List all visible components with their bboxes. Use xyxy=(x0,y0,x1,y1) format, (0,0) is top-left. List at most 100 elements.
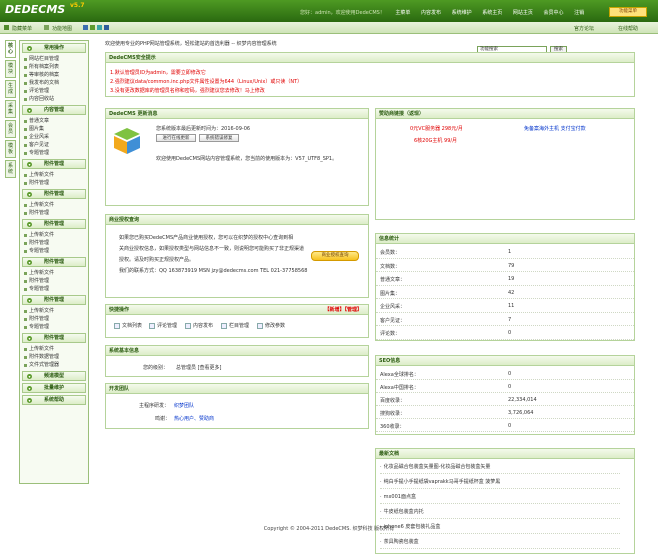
security-panel-title: DedeCMS安全提示 xyxy=(106,53,634,63)
sidebar-group-header[interactable]: ▾ 系统帮助 xyxy=(22,395,86,405)
tab-template[interactable]: 模板 xyxy=(5,140,16,158)
user-level-value[interactable]: 总管理员 [查看更多] xyxy=(176,364,222,371)
sidebar-group-header[interactable]: ▾ 附件管理 xyxy=(22,295,86,305)
nav-logout[interactable]: 注销 xyxy=(574,10,584,16)
nav-site-home[interactable]: 网站主页 xyxy=(513,10,533,16)
sidebar-item[interactable]: 文件式管理器 xyxy=(20,361,88,369)
skin-color-blue[interactable] xyxy=(83,25,88,30)
latest-doc-link[interactable]: 纯白手提小手提纸袋vaprakk马哥手提纸杯盒 菠萝黑 xyxy=(380,476,620,489)
skin-color-navy[interactable] xyxy=(104,25,109,30)
sidebar-group-header[interactable]: ▾ 附件管理 xyxy=(22,333,86,343)
sidebar-group-title: 附件管理 xyxy=(43,191,64,197)
sidebar-group-header[interactable]: ▾ 内容管理 xyxy=(22,105,86,115)
quick-manage-link[interactable]: 【管理】 xyxy=(344,307,362,313)
tab-collect[interactable]: 采集 xyxy=(5,100,16,118)
sidebar-item[interactable]: 附件管理 xyxy=(20,315,88,323)
nav-system-home[interactable]: 系统主页 xyxy=(482,10,502,16)
function-map-link[interactable]: 功能地图 xyxy=(52,25,72,32)
sidebar-item[interactable]: 专题管理 xyxy=(20,323,88,331)
nav-member-center[interactable]: 会员中心 xyxy=(543,10,563,16)
update-panel-title: DedeCMS 更新消息 xyxy=(106,109,368,119)
function-menu-button[interactable]: 功能菜单 xyxy=(609,7,647,17)
sidebar-item[interactable]: 我发布的文档 xyxy=(20,79,88,87)
sponsor-link-1[interactable]: 0元VC服务器 298元/月 xyxy=(410,125,463,132)
sidebar-item[interactable]: 所有档案列表 xyxy=(20,63,88,71)
stat-value: 3,726,064 xyxy=(508,410,534,416)
stat-value: 11 xyxy=(508,303,515,309)
sidebar-group-header[interactable]: ▾ 附件管理 xyxy=(22,219,86,229)
sidebar-item[interactable]: 附件管理 xyxy=(20,209,88,217)
tab-member[interactable]: 会员 xyxy=(5,120,16,138)
sidebar-group-header[interactable]: ▾ 附件管理 xyxy=(22,159,86,169)
sidebar-item[interactable]: 专题管理 xyxy=(20,149,88,157)
tab-core[interactable]: 核心 xyxy=(5,40,16,58)
quick-link-publish[interactable]: 内容发布 xyxy=(185,322,213,329)
sidebar-group-header[interactable]: ▾ 批量维护 xyxy=(22,383,86,393)
sidebar-item[interactable]: 附件管理 xyxy=(20,239,88,247)
official-forum-link[interactable]: 官方论坛 xyxy=(574,25,594,32)
sponsor-link-3[interactable]: 6核20G主机 99/月 xyxy=(414,137,457,144)
team-value-link[interactable]: 织梦团队 xyxy=(174,402,194,409)
tab-module[interactable]: 模块 xyxy=(5,60,16,78)
sidebar-item[interactable]: 上传新文件 xyxy=(20,345,88,353)
sidebar-item[interactable]: 客户见证 xyxy=(20,141,88,149)
sponsor-link-2[interactable]: 免备案海外主机 支付宝付款 xyxy=(524,125,586,132)
sidebar-item[interactable]: 上传新文件 xyxy=(20,201,88,209)
online-help-link[interactable]: 在线帮助 xyxy=(618,25,638,32)
sponsor-panel: 赞助商链接（返现） 0元VC服务器 298元/月 免备案海外主机 支付宝付款 6… xyxy=(375,108,635,220)
stats-title: 信息统计 xyxy=(376,234,634,244)
quick-link-columns[interactable]: 栏目管理 xyxy=(221,322,249,329)
tab-generate[interactable]: 生成 xyxy=(5,80,16,98)
sidebar-item[interactable]: 专题管理 xyxy=(20,247,88,255)
quick-add-link[interactable]: 【新增】 xyxy=(324,307,344,313)
sidebar-item[interactable]: 普通文章 xyxy=(20,117,88,125)
hide-menu-icon xyxy=(4,25,9,30)
sidebar-item[interactable]: 上传新文件 xyxy=(20,307,88,315)
skin-color-green[interactable] xyxy=(90,25,95,30)
sidebar-group-header[interactable]: ▾ 附件管理 xyxy=(22,189,86,199)
sidebar-group-title: 内容管理 xyxy=(43,107,64,113)
sidebar-group-header[interactable]: ▾ 频道模型 xyxy=(22,371,86,381)
sidebar-group-header[interactable]: ▾ 常用操作 xyxy=(22,43,86,53)
sidebar-item[interactable]: 上传新文件 xyxy=(20,171,88,179)
sidebar-item[interactable]: 等审核的档案 xyxy=(20,71,88,79)
tab-system[interactable]: 系统 xyxy=(5,160,16,178)
latest-doc-link[interactable]: mx001面点盒 xyxy=(380,491,620,504)
sidebar-item[interactable]: 企业风采 xyxy=(20,133,88,141)
sidebar-item[interactable]: 评论管理 xyxy=(20,87,88,95)
sidebar-item[interactable]: 附件管理 xyxy=(20,179,88,187)
sidebar-item[interactable]: 网站栏目管理 xyxy=(20,55,88,63)
quick-link-comments[interactable]: 评论管理 xyxy=(149,322,177,329)
chevron-down-icon: ▾ xyxy=(27,192,32,197)
latest-docs-panel: 最新文档 化妆品磁合包装盒矢量图-化妆品磁合包装盒矢量纯白手提小手提纸袋vapr… xyxy=(375,448,635,554)
latest-doc-link[interactable]: 牛皮纸包装盒内托 xyxy=(380,506,620,519)
nav-system-maintenance[interactable]: 系统维护 xyxy=(452,10,472,16)
hide-menu-link[interactable]: 隐藏菜单 xyxy=(12,25,32,32)
nav-main-menu[interactable]: 主菜单 xyxy=(395,10,410,16)
sidebar-group-header[interactable]: ▾ 附件管理 xyxy=(22,257,86,267)
online-update-button[interactable]: 进行在线更新 xyxy=(156,134,196,142)
stat-value: 0 xyxy=(508,423,512,429)
sidebar-item[interactable]: 内容回收站 xyxy=(20,95,88,103)
quick-link-list[interactable]: 文档列表 xyxy=(114,322,142,329)
document-icon xyxy=(114,322,120,329)
license-query-button[interactable]: 商业授权查询 xyxy=(311,251,359,261)
sidebar-item[interactable]: 图片集 xyxy=(20,125,88,133)
system-fix-button[interactable]: 系统错误修复 xyxy=(199,134,239,142)
quick-link-settings[interactable]: 修改参数 xyxy=(257,322,285,329)
nav-content-publish[interactable]: 内容发布 xyxy=(421,10,441,16)
top-header: DEDECMS v5.7 您好：admin，欢迎使用DedeCMS！ 主菜单 内容… xyxy=(0,0,658,22)
sidebar-item[interactable]: 专题管理 xyxy=(20,285,88,293)
thanks-value-link[interactable]: 热心用户、赞助商 xyxy=(174,415,214,422)
stat-label: 文档数： xyxy=(380,263,401,270)
sidebar-item[interactable]: 上传新文件 xyxy=(20,269,88,277)
skin-color-teal[interactable] xyxy=(97,25,102,30)
stat-label: Alexa全球排名： xyxy=(380,372,419,378)
stat-label: 企业风采： xyxy=(380,304,406,310)
sidebar-item[interactable]: 附件管理 xyxy=(20,277,88,285)
team-label: 主程序研发： xyxy=(139,403,170,409)
latest-doc-link[interactable]: 化妆品磁合包装盒矢量图-化妆品磁合包装盒矢量 xyxy=(380,461,620,474)
left-category-tabs: 核心 模块 生成 采集 会员 模板 系统 xyxy=(5,40,16,480)
sidebar-item[interactable]: 附件数据管理 xyxy=(20,353,88,361)
sidebar-item[interactable]: 上传新文件 xyxy=(20,231,88,239)
